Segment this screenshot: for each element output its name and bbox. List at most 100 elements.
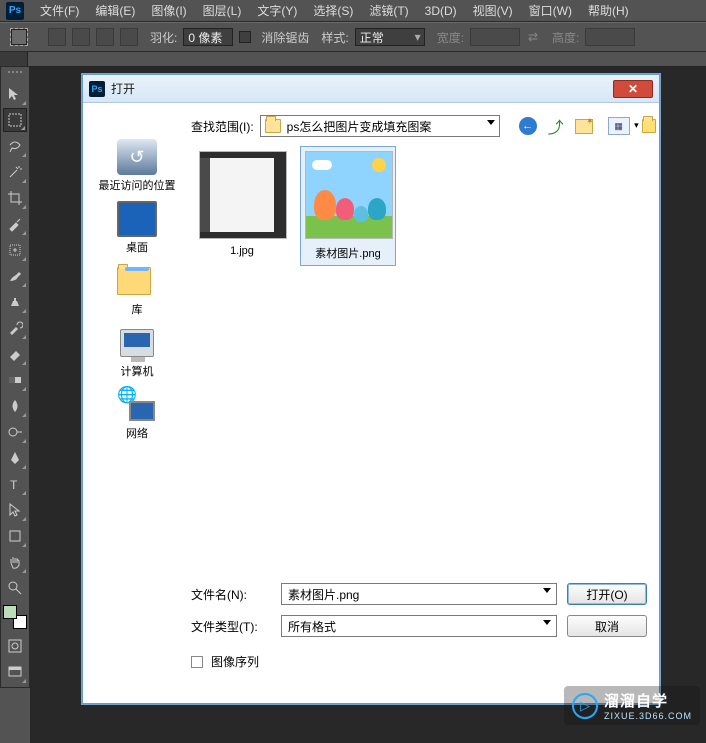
- up-icon: ⤴: [548, 114, 564, 138]
- file-item[interactable]: 1.jpg: [194, 146, 290, 266]
- file-thumbnail: [199, 151, 287, 239]
- nav-viewmode-button[interactable]: ▦: [602, 116, 636, 136]
- place-desktop-label: 桌面: [97, 239, 177, 255]
- path-select-tool[interactable]: [3, 498, 27, 522]
- cancel-button-label: 取消: [595, 618, 619, 635]
- places-bar: 最近访问的位置 桌面 库 计算机 网络: [93, 139, 181, 441]
- recent-icon: [117, 139, 157, 175]
- filename-combo[interactable]: 素材图片.png: [281, 583, 557, 605]
- menu-filter[interactable]: 滤镜(T): [361, 0, 416, 21]
- screenmode-toggle[interactable]: [3, 660, 27, 684]
- desktop-icon: [117, 201, 157, 237]
- jump-folder-icon: [642, 119, 656, 133]
- selection-subtract-icon[interactable]: [96, 28, 114, 46]
- menu-bar: Ps 文件(F) 编辑(E) 图像(I) 图层(L) 文字(Y) 选择(S) 滤…: [0, 0, 706, 22]
- menu-edit[interactable]: 编辑(E): [87, 0, 143, 21]
- chevron-down-icon: [543, 620, 551, 625]
- type-tool[interactable]: T: [3, 472, 27, 496]
- menu-select[interactable]: 选择(S): [305, 0, 361, 21]
- move-tool[interactable]: [3, 82, 27, 106]
- dodge-tool[interactable]: [3, 420, 27, 444]
- lookin-label: 查找范围(I):: [191, 118, 254, 135]
- libraries-icon: [117, 263, 157, 299]
- place-network[interactable]: 网络: [97, 387, 177, 441]
- toolbox-grip[interactable]: [3, 71, 27, 77]
- filetype-combo[interactable]: 所有格式: [281, 615, 557, 637]
- dialog-app-icon: Ps: [89, 81, 105, 97]
- eraser-tool[interactable]: [3, 342, 27, 366]
- filetype-label: 文件类型(T):: [191, 618, 271, 635]
- nav-up-button[interactable]: ⤴: [546, 116, 566, 136]
- place-computer-label: 计算机: [97, 363, 177, 379]
- image-sequence-checkbox[interactable]: [191, 656, 203, 668]
- clone-stamp-tool[interactable]: [3, 290, 27, 314]
- place-recent[interactable]: 最近访问的位置: [97, 139, 177, 193]
- nav-jump-button[interactable]: [642, 116, 662, 136]
- selection-add-icon[interactable]: [72, 28, 90, 46]
- menu-file[interactable]: 文件(F): [32, 0, 87, 21]
- feather-input[interactable]: [183, 28, 233, 46]
- healing-brush-tool[interactable]: [3, 238, 27, 262]
- quickmask-toggle[interactable]: [3, 634, 27, 658]
- zoom-tool[interactable]: [3, 576, 27, 600]
- close-button[interactable]: ✕: [613, 80, 653, 98]
- dialog-body: 查找范围(I): ps怎么把图片变成填充图案 ← ⤴ ▦ 最近访问的位置: [83, 103, 659, 703]
- menu-3d[interactable]: 3D(D): [417, 2, 465, 20]
- nav-back-button[interactable]: ←: [518, 116, 538, 136]
- place-desktop[interactable]: 桌面: [97, 201, 177, 255]
- width-input: [470, 28, 520, 46]
- file-item[interactable]: 素材图片.png: [300, 146, 396, 266]
- marquee-tool-icon[interactable]: [10, 28, 28, 46]
- nav-newfolder-button[interactable]: [574, 116, 594, 136]
- brush-tool[interactable]: [3, 264, 27, 288]
- magic-wand-tool[interactable]: [3, 160, 27, 184]
- gradient-tool[interactable]: [3, 368, 27, 392]
- computer-icon: [117, 325, 157, 361]
- lookin-value: ps怎么把图片变成填充图案: [287, 118, 432, 135]
- marquee-tool[interactable]: [3, 108, 27, 132]
- menu-layer[interactable]: 图层(L): [195, 0, 250, 21]
- filename-value: 素材图片.png: [288, 586, 359, 603]
- foreground-color[interactable]: [3, 605, 17, 619]
- open-dialog: Ps 打开 ✕ 查找范围(I): ps怎么把图片变成填充图案 ← ⤴ ▦ 最近访: [82, 74, 660, 704]
- file-thumbnail: [305, 151, 393, 239]
- link-icon: ⇄: [526, 30, 540, 44]
- hand-tool[interactable]: [3, 550, 27, 574]
- shape-tool[interactable]: [3, 524, 27, 548]
- dialog-title: 打开: [111, 80, 613, 97]
- menu-type[interactable]: 文字(Y): [249, 0, 305, 21]
- open-button[interactable]: 打开(O): [567, 583, 647, 605]
- place-computer[interactable]: 计算机: [97, 325, 177, 379]
- place-libraries[interactable]: 库: [97, 263, 177, 317]
- menu-view[interactable]: 视图(V): [465, 0, 521, 21]
- place-recent-label: 最近访问的位置: [97, 177, 177, 193]
- antialias-checkbox[interactable]: [239, 31, 251, 43]
- dialog-titlebar[interactable]: Ps 打开 ✕: [83, 75, 659, 103]
- pen-tool[interactable]: [3, 446, 27, 470]
- selection-intersect-icon[interactable]: [120, 28, 138, 46]
- toolbox: T: [0, 66, 30, 688]
- view-icon: ▦: [608, 117, 630, 135]
- file-list[interactable]: 1.jpg 素材图片.png: [191, 143, 647, 563]
- cancel-button[interactable]: 取消: [567, 615, 647, 637]
- eyedropper-tool[interactable]: [3, 212, 27, 236]
- watermark: ▷ 溜溜自学 ZIXUE.3D66.COM: [564, 686, 700, 725]
- play-icon: ▷: [572, 693, 598, 719]
- back-icon: ←: [519, 117, 537, 135]
- chevron-down-icon: [487, 120, 495, 125]
- style-select[interactable]: 正常: [355, 28, 425, 46]
- lasso-tool[interactable]: [3, 134, 27, 158]
- history-brush-tool[interactable]: [3, 316, 27, 340]
- width-label: 宽度:: [437, 29, 464, 46]
- lookin-combo[interactable]: ps怎么把图片变成填充图案: [260, 115, 500, 137]
- blur-tool[interactable]: [3, 394, 27, 418]
- open-button-label: 打开(O): [586, 586, 627, 603]
- menu-window[interactable]: 窗口(W): [521, 0, 580, 21]
- app-logo: Ps: [6, 2, 24, 20]
- style-value: 正常: [360, 31, 384, 45]
- menu-help[interactable]: 帮助(H): [580, 0, 637, 21]
- menu-image[interactable]: 图像(I): [143, 0, 194, 21]
- crop-tool[interactable]: [3, 186, 27, 210]
- selection-new-icon[interactable]: [48, 28, 66, 46]
- color-swatches[interactable]: [3, 605, 27, 629]
